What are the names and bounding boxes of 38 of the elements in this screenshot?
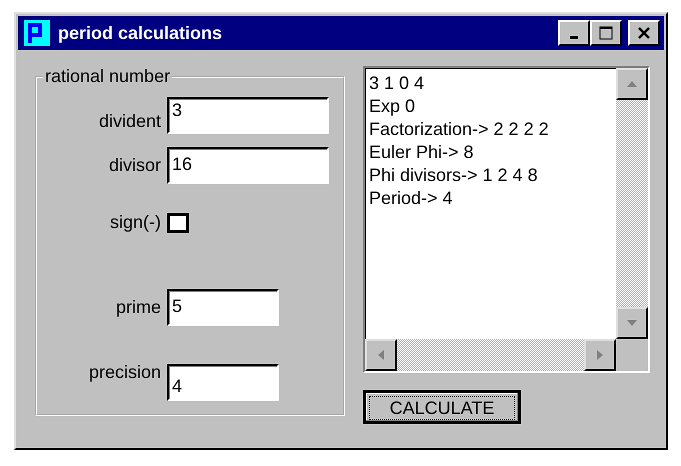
input-field[interactable]: 16 — [167, 147, 329, 184]
up-arrow-icon — [626, 80, 638, 88]
window-title: period calculations — [58, 22, 224, 44]
output-line: Euler Phi-> 8 — [369, 141, 474, 164]
vertical-scrollbar[interactable] — [616, 68, 648, 339]
scroll-down-button[interactable] — [616, 307, 648, 339]
close-icon — [637, 26, 651, 40]
output-line: Period-> 4 — [369, 187, 453, 210]
field-label: divident — [98, 111, 162, 133]
scrollbar-corner — [616, 339, 648, 371]
output-line: Factorization-> 2 2 2 2 — [369, 118, 549, 141]
group-label: rational number — [44, 66, 172, 87]
maximize-button[interactable] — [590, 20, 622, 46]
output-line: Exp 0 — [369, 95, 416, 118]
maximize-icon — [599, 26, 613, 40]
input-field[interactable]: 4 — [167, 364, 279, 401]
calculate-button[interactable]: CALCULATE — [363, 390, 521, 424]
left-arrow-icon — [377, 349, 385, 361]
checkbox[interactable] — [167, 212, 189, 232]
app-icon — [24, 20, 50, 46]
scroll-up-button[interactable] — [616, 68, 648, 100]
scroll-left-button[interactable] — [365, 339, 397, 371]
minimize-icon — [570, 36, 578, 39]
output-line: 3 1 0 4 — [369, 72, 424, 95]
output-text-area[interactable]: 3 1 0 4 Exp 0 Factorization-> 2 2 2 2 Euler Phi-> 8 Phi divisors-> 1 2 4 8 Period-> 4 — [363, 66, 650, 373]
field-label: prime — [114, 297, 162, 318]
scroll-right-button[interactable] — [584, 339, 616, 371]
field-label: precision — [88, 362, 162, 383]
input-field[interactable]: 5 — [167, 289, 279, 326]
down-arrow-icon — [626, 319, 638, 327]
close-button[interactable] — [628, 20, 660, 46]
right-arrow-icon — [596, 349, 604, 361]
field-label: divisor — [108, 155, 162, 176]
horizontal-scrollbar[interactable] — [365, 339, 616, 371]
minimize-button[interactable] — [558, 20, 590, 46]
checkbox-label: sign(-) — [108, 212, 162, 233]
output-line: Phi divisors-> 1 2 4 8 — [369, 164, 538, 187]
input-field[interactable]: 3 — [167, 97, 329, 134]
